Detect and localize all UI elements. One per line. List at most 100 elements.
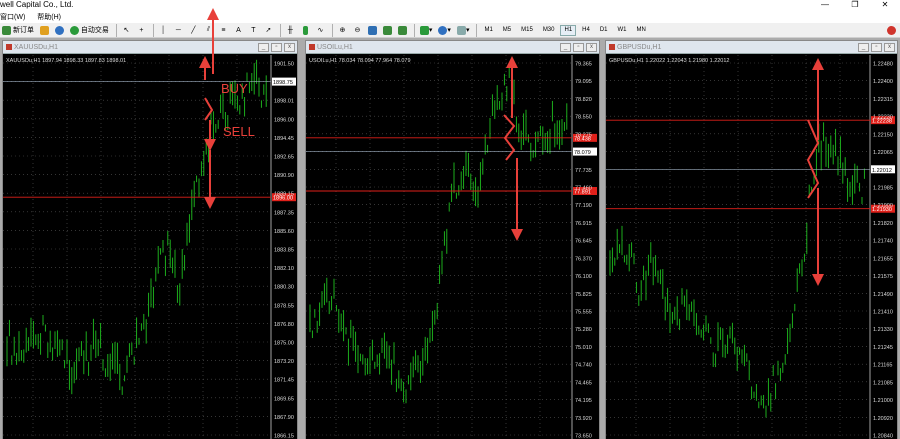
chart-icon xyxy=(609,44,615,51)
price-axis-label: 1.21985 xyxy=(873,186,893,192)
window-close-button[interactable]: x xyxy=(884,43,895,52)
current-price-label: 1898.75 xyxy=(273,80,293,86)
window-minimize-button[interactable]: _ xyxy=(258,43,269,52)
chart-window-gbpusd[interactable]: GBPUSDu,H1 _ ▫ x 1.22238 1.21930 1.22480 1.22… xyxy=(605,40,898,439)
timeframe-d1[interactable]: D1 xyxy=(596,25,612,36)
minimize-button[interactable]: — xyxy=(810,0,840,10)
window-close-button[interactable]: x xyxy=(284,43,295,52)
price-axis-label: 1.21245 xyxy=(873,345,893,351)
price-axis-label: 1.22230 xyxy=(873,115,893,121)
price-axis-label: 1875.00 xyxy=(274,341,294,347)
separator xyxy=(115,23,117,37)
text-button[interactable]: A xyxy=(232,24,245,37)
price-axis-label: 1901.50 xyxy=(274,62,294,68)
window-minimize-button[interactable]: _ xyxy=(858,43,869,52)
label-button[interactable]: T xyxy=(247,24,260,37)
window-restore-button[interactable]: ▫ xyxy=(271,43,282,52)
price-axis-label: 1887.35 xyxy=(274,210,294,216)
window-minimize-button[interactable]: _ xyxy=(560,43,571,52)
price-axis-label: 1876.80 xyxy=(274,322,294,328)
price-chart[interactable]: 1896.001901.501898.751898.011896.001894.… xyxy=(3,55,297,439)
periods-button[interactable]: ▾ xyxy=(436,24,453,37)
price-chart[interactable]: 1.222381.219301.224801.224001.223151.222… xyxy=(606,55,897,439)
price-axis-label: 77.735 xyxy=(575,168,592,174)
window-restore-button[interactable]: ▫ xyxy=(871,43,882,52)
price-axis-label: 79.095 xyxy=(575,79,592,85)
timeframe-h1[interactable]: H1 xyxy=(560,24,577,36)
tile-button[interactable] xyxy=(366,24,379,37)
horizontal-line-button[interactable]: ─ xyxy=(172,24,185,37)
timeframe-w1[interactable]: W1 xyxy=(614,25,631,36)
autoscroll-button[interactable] xyxy=(381,24,394,37)
price-axis-label: 1896.00 xyxy=(274,117,294,123)
price-axis-label: 76.370 xyxy=(575,256,592,262)
line-chart-button[interactable]: ∿ xyxy=(314,24,327,37)
price-axis-label: 79.365 xyxy=(575,62,592,68)
window-close-button[interactable]: x xyxy=(586,43,597,52)
current-price-label: 78.079 xyxy=(574,150,591,156)
current-price-label: 1.22012 xyxy=(872,168,892,174)
timeframe-m5[interactable]: M5 xyxy=(499,25,515,36)
window-restore-button[interactable]: ▫ xyxy=(573,43,584,52)
price-axis-label: 76.645 xyxy=(575,239,592,245)
chart-window-xauusd[interactable]: XAUUSDu,H1 _ ▫ x 1896.00 1901.50 1898.75 1898… xyxy=(2,40,298,439)
price-chart[interactable]: 78.43877.89179.36579.09578.82078.55078.2… xyxy=(306,55,599,439)
price-axis-label: 1882.10 xyxy=(274,266,294,272)
price-axis-label: 1.21900 xyxy=(873,203,893,209)
metaeditor-icon xyxy=(39,25,49,35)
chart-background xyxy=(606,55,897,439)
price-axis-label: 1.21490 xyxy=(873,292,893,298)
menu-window[interactable]: 窗口(W) xyxy=(0,12,25,22)
price-axis-label: 1.21410 xyxy=(873,310,893,316)
timeframe-m30[interactable]: M30 xyxy=(539,25,559,36)
shift-button[interactable] xyxy=(396,24,409,37)
templates-button[interactable]: ▾ xyxy=(455,24,472,37)
chart-background xyxy=(3,55,297,439)
indicators-button[interactable]: ▾ xyxy=(418,24,435,37)
chart-header-quote: GBPUSDu,H1 1.22022 1.22043 1.21980 1.220… xyxy=(609,58,729,64)
candle-icon xyxy=(302,25,308,35)
chart-window-usoil[interactable]: USOILu,H1 _ ▫ x 78.438 77.891 79.365 79.095 78… xyxy=(305,40,600,439)
price-axis-label: 1889.15 xyxy=(274,192,294,198)
timeframe-m15[interactable]: M15 xyxy=(517,25,537,36)
price-axis-label: 1.21000 xyxy=(873,398,893,404)
price-axis-label: 1885.60 xyxy=(274,229,294,235)
price-axis-label: 1.21655 xyxy=(873,256,893,262)
alert-button[interactable] xyxy=(885,24,898,37)
price-axis-label: 1867.90 xyxy=(274,415,294,421)
price-axis-label: 1869.65 xyxy=(274,396,294,402)
price-axis-label: 1.22065 xyxy=(873,150,893,156)
cursor-button[interactable]: ↖ xyxy=(120,24,133,37)
price-axis-label: 1.21740 xyxy=(873,239,893,245)
crosshair-button[interactable]: + xyxy=(135,24,148,37)
chart-window-title: XAUUSDu,H1 xyxy=(3,41,297,54)
candle-button[interactable] xyxy=(299,24,312,37)
price-axis-label: 1.20920 xyxy=(873,416,893,422)
timeframe-h4[interactable]: H4 xyxy=(578,25,594,36)
price-axis-label: 76.915 xyxy=(575,221,592,227)
arrows-button[interactable]: ➚ xyxy=(262,24,275,37)
auto-trade-button[interactable]: 自动交易 xyxy=(68,24,111,37)
price-axis-label: 1.22400 xyxy=(873,79,893,85)
new-order-button[interactable]: 新订单 xyxy=(0,24,36,37)
metaeditor-button[interactable] xyxy=(38,24,51,37)
menu-help[interactable]: 帮助(H) xyxy=(37,12,61,22)
fibo-button[interactable]: ≡ xyxy=(217,24,230,37)
menu-bar: 窗口(W) 帮助(H) xyxy=(0,10,900,23)
separator xyxy=(476,23,478,37)
maximize-button[interactable]: ❐ xyxy=(840,0,870,10)
price-axis-label: 1871.45 xyxy=(274,378,294,384)
timeframe-m1[interactable]: M1 xyxy=(480,25,496,36)
price-axis-label: 77.190 xyxy=(575,203,592,209)
zoom-out-button[interactable]: ⊖ xyxy=(351,24,364,37)
zoom-in-button[interactable]: ⊕ xyxy=(336,24,349,37)
signals-button[interactable] xyxy=(53,24,66,37)
templates-icon xyxy=(456,25,466,35)
vertical-line-button[interactable]: │ xyxy=(157,24,170,37)
bar-chart-button[interactable]: ╫ xyxy=(284,24,297,37)
timeframe-mn[interactable]: MN xyxy=(633,25,650,36)
price-axis-label: 1880.30 xyxy=(274,285,294,291)
trendline-button[interactable]: ╱ xyxy=(187,24,200,37)
close-button[interactable]: ✕ xyxy=(870,0,900,10)
channel-button[interactable]: ⫽ xyxy=(202,24,215,37)
